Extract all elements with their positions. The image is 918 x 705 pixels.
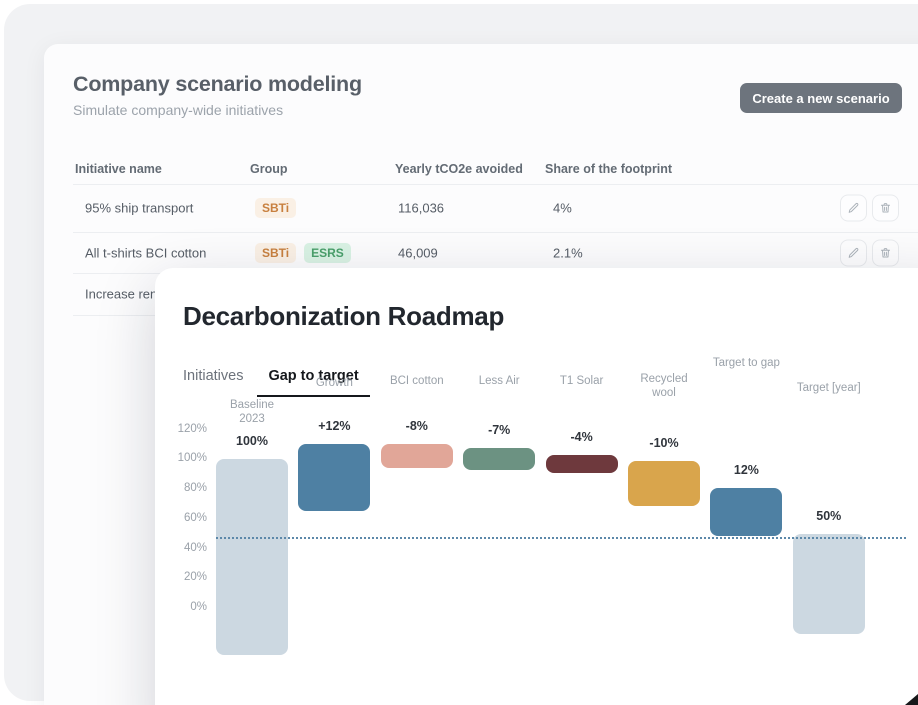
bar-category-label: Target to gap — [696, 356, 796, 370]
y-axis-tick: 20% — [155, 571, 207, 583]
y-axis-tick: 100% — [155, 452, 207, 464]
delete-row-button[interactable] — [872, 195, 899, 222]
waterfall-bar-t1-solar[interactable] — [546, 455, 618, 473]
bar-value-label: +12% — [288, 419, 380, 433]
y-axis-tick: 0% — [155, 601, 207, 613]
table-row[interactable]: All t-shirts BCI cotton SBTi ESRS 46,009 2.1… — [44, 232, 918, 273]
page-title: Company scenario modeling — [73, 72, 362, 97]
sbti-badge: SBTi — [255, 198, 296, 218]
waterfall-bar-target-year[interactable] — [793, 534, 865, 634]
group-cell: SBTi ESRS — [255, 243, 351, 263]
column-group: Group — [250, 162, 288, 176]
bar-category-label: Target [year] — [779, 381, 879, 395]
bar-value-label: -4% — [536, 430, 628, 444]
bar-value-label: -8% — [371, 419, 463, 433]
table-header: Initiative name Group Yearly tCO2e avoid… — [44, 156, 918, 184]
y-axis-tick: 120% — [155, 423, 207, 435]
bar-value-label: 100% — [206, 434, 298, 448]
group-cell: SBTi — [255, 198, 296, 218]
initiative-name-cell: 95% ship transport — [85, 201, 193, 216]
y-axis-tick: 60% — [155, 512, 207, 524]
bar-value-label: 50% — [783, 509, 875, 523]
y-axis-tick: 80% — [155, 482, 207, 494]
waterfall-bar-bci-cotton[interactable] — [381, 444, 453, 468]
bar-category-label: Baseline 2023 — [202, 398, 302, 426]
column-share-of-footprint: Share of the footprint — [545, 162, 672, 176]
column-tco2e-avoided: Yearly tCO2e avoided — [395, 162, 523, 176]
waterfall-bar-less-air[interactable] — [463, 448, 535, 470]
initiative-name-cell: Increase rene — [85, 287, 165, 302]
tco2e-cell: 46,009 — [398, 245, 438, 260]
tco2e-cell: 116,036 — [398, 201, 444, 216]
bar-value-label: -10% — [618, 436, 710, 450]
delete-icon — [879, 202, 892, 215]
waterfall-bar-baseline-2023[interactable] — [216, 459, 288, 655]
gap-to-target-chart: 120%100%80%60%40%20%0%100%Baseline 2023+… — [155, 268, 918, 705]
target-dotted-line — [216, 537, 906, 539]
roadmap-modal: Decarbonization Roadmap InitiativesGap t… — [155, 268, 918, 705]
bar-category-label: Recycled wool — [614, 372, 714, 400]
sbti-badge: SBTi — [255, 243, 296, 263]
initiative-name-cell: All t-shirts BCI cotton — [85, 245, 206, 260]
page-subtitle: Simulate company-wide initiatives — [73, 102, 283, 118]
y-axis-tick: 40% — [155, 542, 207, 554]
row-divider — [73, 232, 918, 233]
esrs-badge: ESRS — [304, 243, 351, 263]
delete-row-button[interactable] — [872, 239, 899, 266]
edit-icon — [847, 246, 860, 259]
waterfall-bar-target-to-gap[interactable] — [710, 488, 782, 536]
screenshot-root: Company scenario modeling Simulate compa… — [0, 0, 918, 705]
edit-row-button[interactable] — [840, 239, 867, 266]
row-divider — [73, 184, 918, 185]
edit-icon — [847, 202, 860, 215]
table-row[interactable]: 95% ship transport SBTi 116,036 4% — [44, 184, 918, 232]
edit-row-button[interactable] — [840, 195, 867, 222]
create-scenario-button[interactable]: Create a new scenario — [740, 83, 902, 113]
bar-value-label: -7% — [453, 423, 545, 437]
bar-value-label: 12% — [700, 463, 792, 477]
column-initiative-name: Initiative name — [75, 162, 162, 176]
share-cell: 4% — [553, 201, 572, 216]
delete-icon — [879, 246, 892, 259]
waterfall-bar-growth[interactable] — [298, 444, 370, 511]
share-cell: 2.1% — [553, 245, 583, 260]
waterfall-bar-recycled-wool[interactable] — [628, 461, 700, 506]
